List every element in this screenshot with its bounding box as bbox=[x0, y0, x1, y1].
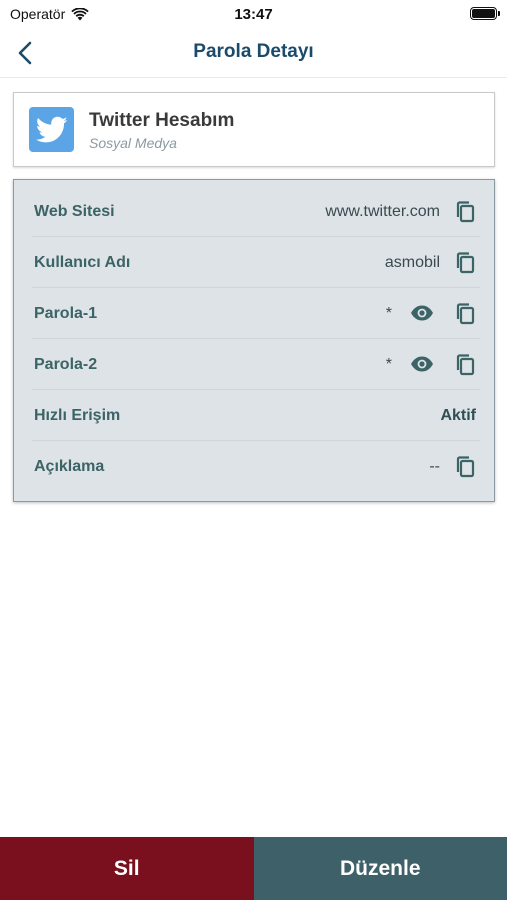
navigation-bar: Parola Detayı bbox=[0, 28, 507, 78]
detail-row-username: Kullanıcı Adı asmobil bbox=[32, 237, 480, 288]
page-title: Parola Detayı bbox=[193, 41, 314, 62]
copy-icon[interactable] bbox=[454, 302, 476, 326]
twitter-bird-icon bbox=[29, 107, 74, 152]
detail-row-description: Açıklama -- bbox=[32, 441, 480, 492]
description-label: Açıklama bbox=[34, 458, 105, 475]
copy-icon[interactable] bbox=[454, 455, 476, 479]
detail-row-website: Web Sitesi www.twitter.com bbox=[32, 186, 480, 237]
status-time: 13:47 bbox=[234, 6, 273, 23]
eye-icon[interactable] bbox=[410, 355, 434, 373]
status-bar: Operatör 13:47 bbox=[0, 0, 507, 28]
delete-button[interactable]: Sil bbox=[0, 837, 254, 900]
quick-access-value: Aktif bbox=[440, 407, 476, 424]
eye-icon[interactable] bbox=[410, 304, 434, 322]
account-header-card: Twitter Hesabım Sosyal Medya bbox=[13, 92, 495, 167]
battery-icon bbox=[470, 7, 500, 20]
description-value: -- bbox=[429, 458, 440, 475]
account-category: Sosyal Medya bbox=[89, 135, 177, 151]
detail-row-password2: Parola-2 * bbox=[32, 339, 480, 390]
action-bar: Sil Düzenle bbox=[0, 837, 507, 900]
quick-access-label: Hızlı Erişim bbox=[34, 407, 121, 424]
detail-row-quick-access: Hızlı Erişim Aktif bbox=[32, 390, 480, 441]
account-name: Twitter Hesabım bbox=[89, 110, 235, 131]
username-value: asmobil bbox=[384, 254, 440, 271]
password1-label: Parola-1 bbox=[34, 305, 98, 322]
password1-value: * bbox=[385, 305, 392, 322]
website-label: Web Sitesi bbox=[34, 203, 115, 220]
edit-button[interactable]: Düzenle bbox=[253, 837, 507, 900]
copy-icon[interactable] bbox=[454, 353, 476, 377]
copy-icon[interactable] bbox=[454, 200, 476, 224]
username-label: Kullanıcı Adı bbox=[34, 254, 131, 271]
website-value: www.twitter.com bbox=[325, 203, 440, 220]
copy-icon[interactable] bbox=[454, 251, 476, 275]
password2-label: Parola-2 bbox=[34, 356, 98, 373]
detail-card: Web Sitesi www.twitter.com Kullanıcı Adı… bbox=[13, 179, 495, 502]
password2-value: * bbox=[385, 356, 392, 373]
detail-row-password1: Parola-1 * bbox=[32, 288, 480, 339]
